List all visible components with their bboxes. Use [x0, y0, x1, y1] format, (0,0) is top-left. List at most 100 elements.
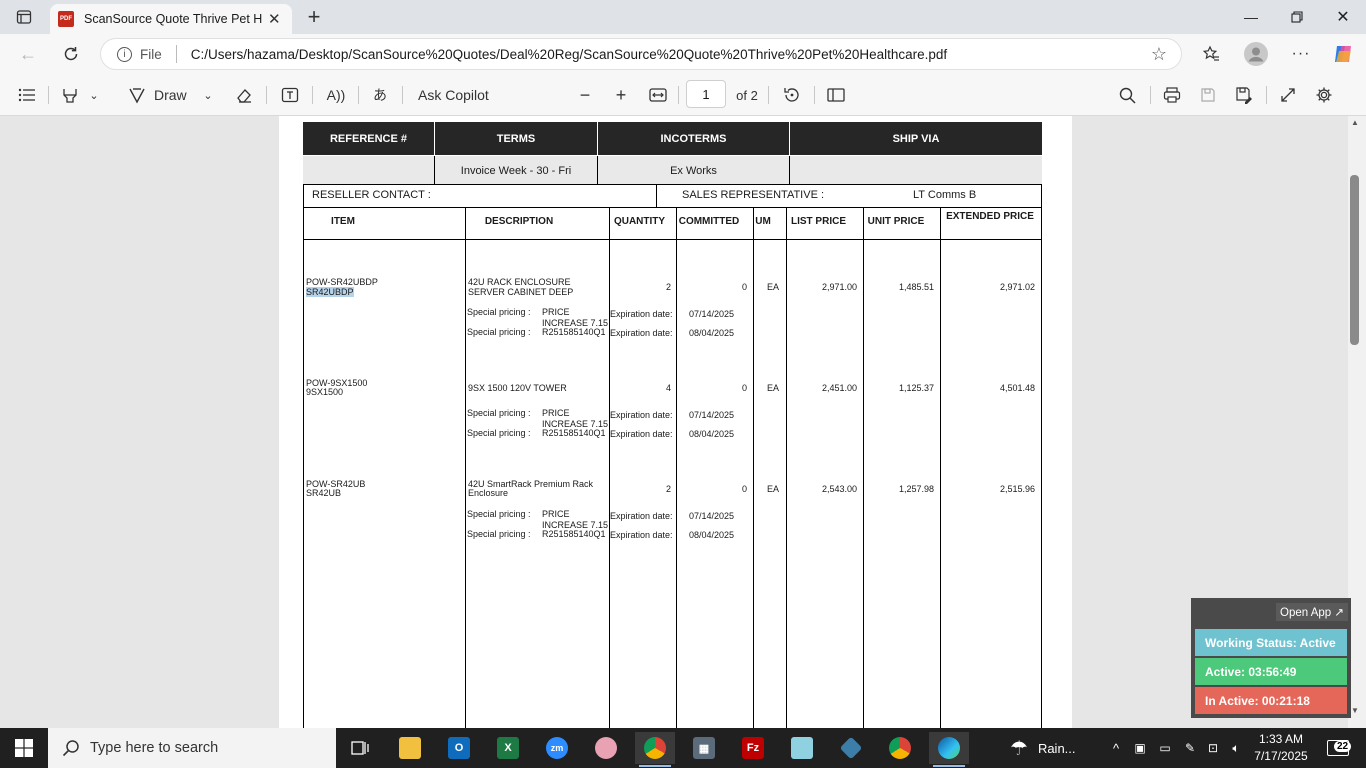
col-um: UM	[755, 216, 771, 227]
info-icon[interactable]: i	[117, 46, 132, 62]
toolbar-divider	[48, 86, 49, 104]
col-item: ITEM	[331, 216, 355, 227]
expiration-date: 08/04/2025	[689, 530, 735, 540]
expiration-label: Expiration date:	[610, 410, 673, 420]
toolbar-divider	[1150, 86, 1151, 104]
taskbar-app-paint[interactable]	[586, 732, 626, 764]
search-icon	[1119, 87, 1136, 104]
highlighter-icon	[63, 89, 77, 103]
clock[interactable]: 1:33 AM 7/17/2025	[1248, 731, 1314, 765]
profile-avatar[interactable]	[1242, 42, 1270, 66]
fit-to-page-button[interactable]	[646, 82, 670, 108]
close-window-button[interactable]: ✕	[1320, 0, 1366, 34]
full-screen-button[interactable]	[1276, 82, 1300, 108]
network-icon[interactable]: ⊡	[1203, 732, 1223, 764]
sales-rep-value: LT Comms B	[913, 189, 977, 201]
save-as-icon	[1236, 87, 1252, 104]
start-button[interactable]	[4, 732, 44, 764]
scroll-down-arrow-icon[interactable]: ▼	[1351, 706, 1359, 715]
ask-copilot-button[interactable]: Ask Copilot	[418, 82, 508, 108]
favorites-button[interactable]	[1197, 42, 1225, 66]
read-aloud-button[interactable]: A))	[324, 82, 348, 108]
close-tab-icon[interactable]: ✕	[268, 10, 281, 28]
taskbar-app-chrome-profile[interactable]	[635, 732, 675, 764]
settings-more-button[interactable]: ···	[1287, 42, 1315, 66]
item-extended-price: 4,501.48	[999, 383, 1035, 393]
page-number-input[interactable]: 1	[686, 80, 726, 108]
sales-rep-label: SALES REPRESENTATIVE :	[682, 189, 825, 201]
scrollbar-thumb[interactable]	[1350, 175, 1359, 345]
taskbar-app-excel[interactable]: X	[488, 732, 528, 764]
translate-button[interactable]: あ	[368, 82, 392, 108]
special-pricing-value: PRICE	[542, 307, 570, 317]
expiration-date: 08/04/2025	[689, 328, 735, 338]
refresh-button[interactable]	[57, 42, 85, 66]
taskbar-search-box[interactable]: Type here to search	[48, 728, 336, 768]
taskbar-app-edge[interactable]	[929, 732, 969, 764]
paint-icon	[595, 737, 617, 759]
search-placeholder: Type here to search	[90, 740, 219, 756]
restore-button[interactable]	[1274, 0, 1320, 34]
battery-icon[interactable]: ▭	[1155, 732, 1175, 764]
pdf-settings-button[interactable]	[1312, 82, 1336, 108]
highlight-options-chevron-icon[interactable]: ⌄	[86, 82, 102, 108]
draw-tool-icon[interactable]	[124, 82, 150, 108]
special-pricing-label: Special pricing :	[467, 327, 531, 337]
page-view-button[interactable]	[824, 82, 848, 108]
save-button[interactable]	[1196, 82, 1220, 108]
pen-icon[interactable]: ✎	[1180, 732, 1200, 764]
add-text-button[interactable]	[278, 82, 302, 108]
print-button[interactable]	[1160, 82, 1184, 108]
item-committed: 0	[741, 484, 747, 494]
windows-logo-icon	[15, 739, 33, 757]
show-hidden-icons-chevron-icon[interactable]: ^	[1106, 732, 1126, 764]
browser-tab[interactable]: PDF ScanSource Quote Thrive Pet Hea ✕	[50, 4, 292, 34]
cell-divider	[789, 156, 790, 184]
taskbar-app-vpn[interactable]	[831, 732, 871, 764]
back-button[interactable]: ←	[14, 42, 42, 66]
special-pricing-code: R251585140Q1	[542, 327, 606, 337]
new-tab-button[interactable]: +	[302, 4, 326, 30]
open-app-button[interactable]: Open App ↗	[1276, 603, 1348, 621]
taskbar-app-outlook[interactable]: O	[439, 732, 479, 764]
taskbar-app-zoom[interactable]: zm	[537, 732, 577, 764]
taskbar-app-chrome[interactable]	[880, 732, 920, 764]
contents-button[interactable]	[14, 82, 40, 108]
favorite-star-icon[interactable]: ☆	[1151, 44, 1167, 65]
save-as-button[interactable]	[1232, 82, 1256, 108]
tray-icon-1[interactable]: ▣	[1130, 732, 1150, 764]
copilot-button[interactable]	[1329, 42, 1357, 66]
special-pricing-label: Special pricing :	[467, 509, 531, 519]
taskbar-app-file-explorer[interactable]	[390, 732, 430, 764]
task-view-button[interactable]	[340, 732, 380, 764]
volume-icon[interactable]: 🔈︎	[1226, 732, 1246, 764]
scroll-up-arrow-icon[interactable]: ▲	[1351, 118, 1359, 127]
notification-center-button[interactable]: 22	[1320, 732, 1356, 764]
col-header-terms: TERMS	[435, 122, 598, 155]
draw-options-chevron-icon[interactable]: ⌄	[200, 82, 216, 108]
erase-button[interactable]	[232, 82, 256, 108]
cell-divider	[656, 184, 657, 208]
url-text[interactable]: C:/Users/hazama/Desktop/ScanSource%20Quo…	[191, 47, 947, 62]
text-box-icon	[281, 87, 299, 103]
favorites-icon	[1202, 45, 1219, 61]
col-extended-price: EXTENDED PRICE	[946, 211, 1034, 222]
taskbar-app-notes[interactable]	[782, 732, 822, 764]
tab-actions-button[interactable]	[8, 5, 40, 29]
find-button[interactable]	[1115, 82, 1139, 108]
minimize-button[interactable]: —	[1228, 0, 1274, 34]
taskbar-app-filezilla[interactable]: Fz	[733, 732, 773, 764]
address-bar[interactable]: i File C:/Users/hazama/Desktop/ScanSourc…	[100, 38, 1182, 70]
outlook-icon: O	[448, 737, 470, 759]
highlight-button[interactable]	[58, 82, 82, 108]
rotate-button[interactable]	[780, 82, 804, 108]
expiration-label: Expiration date:	[610, 309, 673, 319]
draw-button[interactable]: Draw	[154, 82, 194, 108]
item-description: 42U RACK ENCLOSURE	[468, 277, 571, 287]
zoom-in-button[interactable]: +	[610, 82, 632, 108]
col-header-incoterms: INCOTERMS	[598, 122, 790, 155]
umbrella-icon: ☂	[1010, 737, 1028, 760]
taskbar-app-calculator[interactable]: ▦	[684, 732, 724, 764]
weather-widget[interactable]: ☂ Rain...	[1010, 732, 1110, 764]
zoom-out-button[interactable]: −	[574, 82, 596, 108]
